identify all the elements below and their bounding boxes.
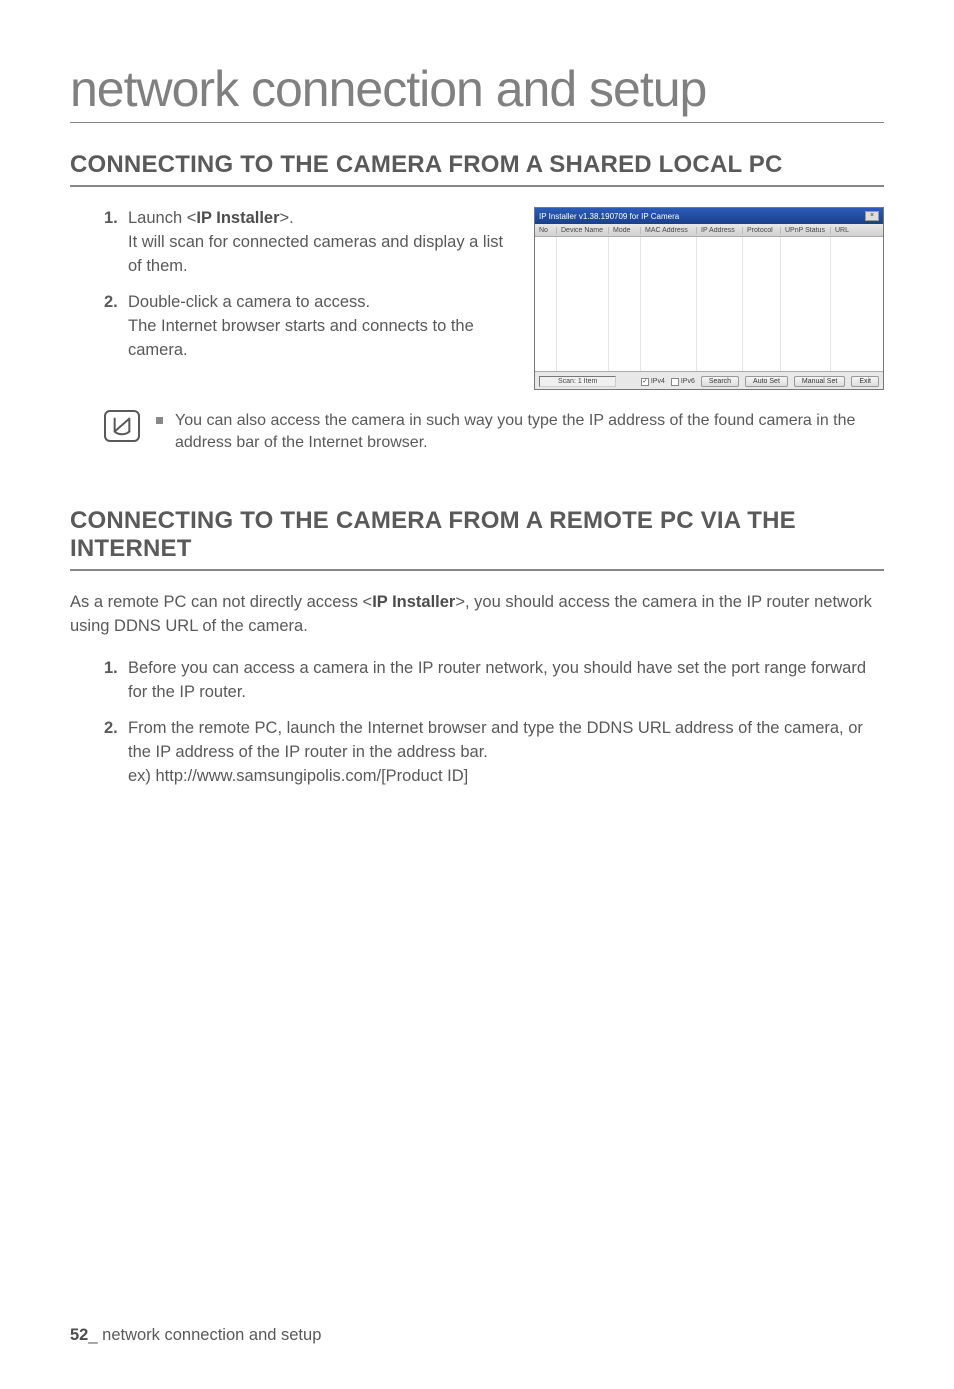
col-ip: IP Address — [697, 227, 743, 234]
col-protocol: Protocol — [743, 227, 781, 234]
col-upnp: UPnP Status — [781, 227, 831, 234]
section1-steps: 1. Launch <IP Installer>. It will scan f… — [104, 207, 516, 375]
note-text: You can also access the camera in such w… — [175, 410, 884, 453]
close-icon: × — [865, 211, 879, 221]
note-list: You can also access the camera in such w… — [156, 410, 884, 453]
step-text: >. — [280, 209, 294, 227]
col-device-name: Device Name — [557, 227, 609, 234]
step-body: Double-click a camera to access. The Int… — [128, 291, 516, 363]
list-col — [697, 237, 743, 371]
section2-steps: 1. Before you can access a camera in the… — [104, 657, 884, 789]
step-text: ex) http://www.samsungipolis.com/[Produc… — [128, 767, 468, 785]
step-2: 2. Double-click a camera to access. The … — [104, 291, 516, 363]
step-number: 2. — [104, 717, 128, 741]
manual-set-button: Manual Set — [794, 376, 845, 387]
installer-titlebar: IP Installer v1.38.190709 for IP Camera … — [535, 208, 883, 224]
step-body: Before you can access a camera in the IP… — [128, 657, 884, 705]
note-item: You can also access the camera in such w… — [156, 410, 884, 453]
exit-button: Exit — [851, 376, 879, 387]
step-number: 2. — [104, 291, 128, 315]
step-number: 1. — [104, 207, 128, 231]
ipv6-label: IPv6 — [681, 378, 695, 385]
list-col — [609, 237, 641, 371]
step-1: 1. Before you can access a camera in the… — [104, 657, 884, 705]
ip-installer-label: IP Installer — [196, 209, 279, 227]
scan-status: Scan: 1 Item — [539, 376, 616, 387]
ipv4-label: IPv4 — [651, 378, 665, 385]
search-button: Search — [701, 376, 739, 387]
ip-installer-label: IP Installer — [372, 593, 455, 611]
list-col — [535, 237, 557, 371]
col-mode: Mode — [609, 227, 641, 234]
list-col — [831, 237, 883, 371]
list-col — [743, 237, 781, 371]
col-no: No — [535, 227, 557, 234]
section1-content-row: 1. Launch <IP Installer>. It will scan f… — [104, 207, 884, 390]
installer-title-text: IP Installer v1.38.190709 for IP Camera — [539, 212, 679, 221]
step-text: Launch < — [128, 209, 196, 227]
note-icon — [104, 410, 140, 442]
list-col — [781, 237, 831, 371]
checkbox-icon — [671, 378, 679, 386]
section1-heading: CONNECTING TO THE CAMERA FROM A SHARED L… — [70, 151, 884, 187]
page-footer: 52_ network connection and setup — [70, 1326, 321, 1345]
installer-column-header: No Device Name Mode MAC Address IP Addre… — [535, 224, 883, 237]
step-text: Before you can access a camera in the IP… — [128, 659, 866, 701]
step-number: 1. — [104, 657, 128, 681]
step-text: From the remote PC, launch the Internet … — [128, 719, 863, 761]
col-mac: MAC Address — [641, 227, 697, 234]
auto-set-button: Auto Set — [745, 376, 788, 387]
step-text: The Internet browser starts and connects… — [128, 317, 474, 359]
col-url: URL — [831, 227, 883, 234]
footer-separator: _ — [88, 1326, 97, 1344]
page-title: network connection and setup — [70, 60, 884, 123]
step-2: 2. From the remote PC, launch the Intern… — [104, 717, 884, 789]
bullet-icon — [156, 417, 163, 424]
ipv6-checkbox: IPv6 — [671, 378, 695, 386]
section2-intro: As a remote PC can not directly access <… — [70, 591, 884, 639]
note-block: You can also access the camera in such w… — [104, 410, 884, 453]
ipv4-checkbox: ✓ IPv4 — [641, 378, 665, 386]
step-text: It will scan for connected cameras and d… — [128, 233, 503, 275]
section2-heading: CONNECTING TO THE CAMERA FROM A REMOTE P… — [70, 507, 884, 571]
list-col — [557, 237, 609, 371]
footer-text: network connection and setup — [102, 1326, 321, 1344]
ip-installer-screenshot: IP Installer v1.38.190709 for IP Camera … — [534, 207, 884, 390]
intro-text: As a remote PC can not directly access < — [70, 593, 372, 611]
installer-footer: Scan: 1 Item ✓ IPv4 IPv6 Search Auto Set… — [535, 371, 883, 390]
step-body: Launch <IP Installer>. It will scan for … — [128, 207, 516, 279]
list-col — [641, 237, 697, 371]
step-1: 1. Launch <IP Installer>. It will scan f… — [104, 207, 516, 279]
step-body: From the remote PC, launch the Internet … — [128, 717, 884, 789]
page-number: 52 — [70, 1326, 88, 1344]
checkbox-icon: ✓ — [641, 378, 649, 386]
step-text: Double-click a camera to access. — [128, 293, 370, 311]
installer-list-area — [535, 237, 883, 371]
